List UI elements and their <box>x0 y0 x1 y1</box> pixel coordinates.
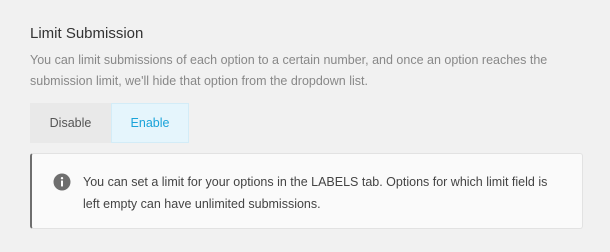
section-title: Limit Submission <box>30 25 144 42</box>
info-notice: You can set a limit for your options in … <box>30 153 583 229</box>
notice-text: You can set a limit for your options in … <box>83 175 548 211</box>
limit-toggle-group: Disable Enable <box>30 103 189 143</box>
enable-button[interactable]: Enable <box>111 103 189 143</box>
section-description: You can limit submissions of each option… <box>30 53 548 88</box>
disable-button[interactable]: Disable <box>30 103 111 143</box>
info-icon <box>53 173 71 191</box>
